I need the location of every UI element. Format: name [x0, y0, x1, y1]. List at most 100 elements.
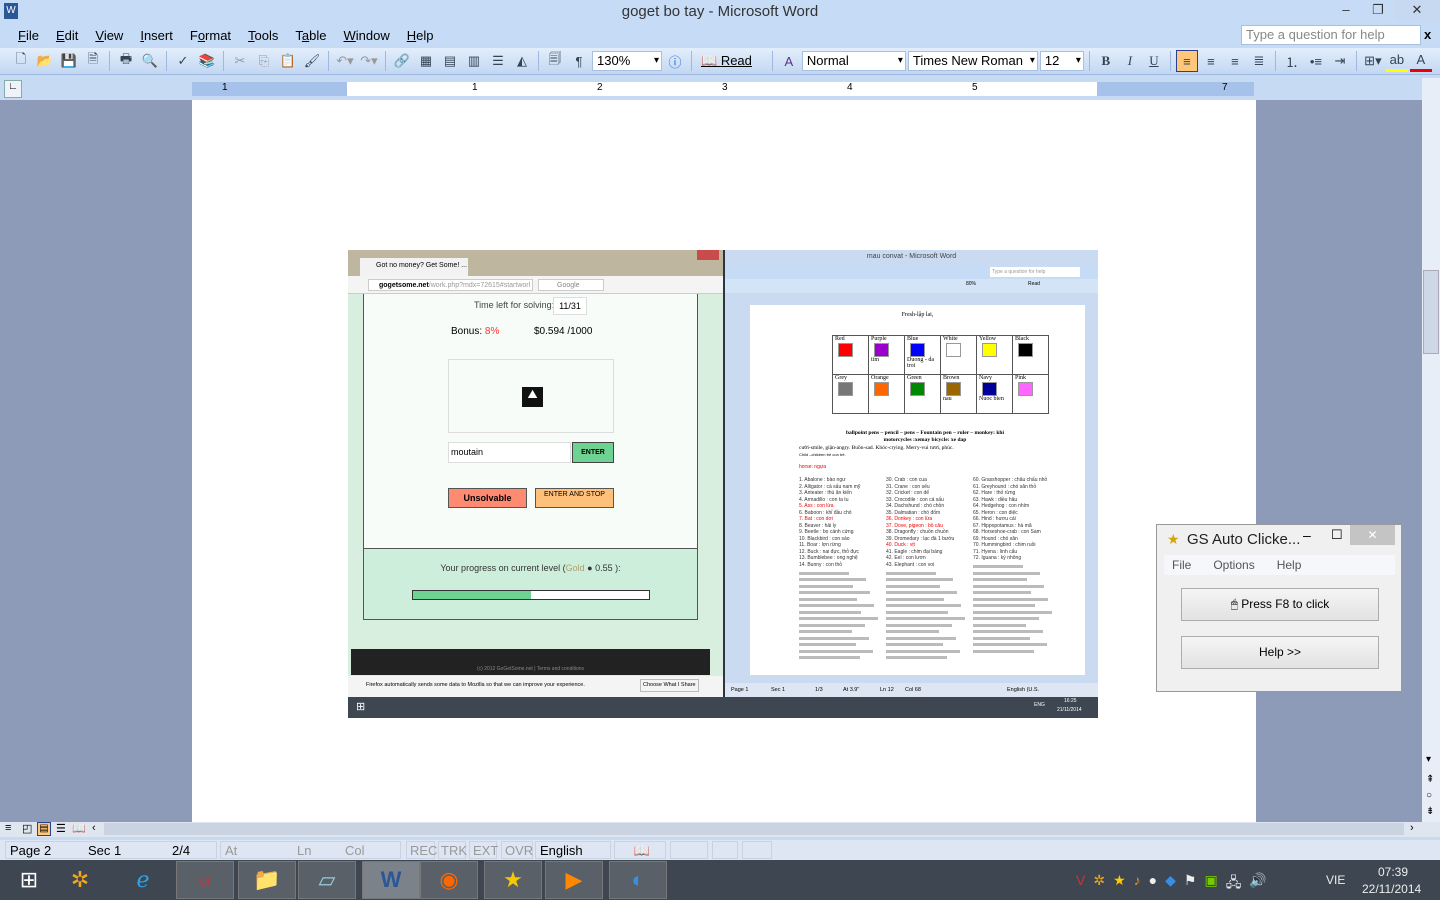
tray-v-icon[interactable]: V [1076, 872, 1085, 896]
captcha-answer-input[interactable]: moutain [448, 442, 571, 463]
spelling-icon[interactable]: ✓ [172, 50, 194, 72]
permission-icon[interactable]: 🗎 [82, 50, 104, 72]
start-icon[interactable]: ⊞ [0, 861, 58, 899]
notepad-icon[interactable]: ▱ [298, 861, 356, 899]
italic-icon[interactable]: I [1119, 50, 1141, 72]
tables-borders-icon[interactable]: ▦ [415, 50, 437, 72]
normal-view-icon[interactable]: ≡ [5, 822, 11, 834]
show-hide-icon[interactable]: ¶ [568, 50, 590, 72]
status-language[interactable]: English (U.S. [535, 841, 611, 875]
menu-item[interactable]: Insert [140, 28, 173, 43]
paste-icon[interactable]: 📋 [277, 50, 299, 72]
print-icon[interactable]: 🖶 [115, 50, 137, 72]
read-button[interactable]: 📖 Read [697, 53, 756, 69]
print-preview-icon[interactable]: 🔍 [139, 50, 161, 72]
star-app-icon[interactable]: ★ [484, 861, 542, 899]
vertical-scrollbar[interactable]: ▾ ⇞ ○ ⇟ [1422, 78, 1440, 822]
menu-item[interactable]: Format [190, 28, 231, 43]
document-map-icon[interactable]: 🗐 [544, 50, 566, 72]
align-right-icon[interactable]: ≡ [1224, 50, 1246, 72]
embedded-screenshot[interactable]: Got no money? Get Some! ... gogetsome.ne… [348, 250, 1098, 718]
font-select[interactable]: Times New Roman [907, 51, 1038, 71]
settings-app-icon[interactable]: ✲ [51, 861, 109, 899]
menu-item[interactable]: Edit [56, 28, 78, 43]
clock-date[interactable]: 22/11/2014 [1362, 882, 1421, 896]
outline-view-icon[interactable]: ☰ [56, 822, 66, 835]
zoom-select[interactable]: 130% [592, 51, 662, 71]
scroll-left-icon[interactable]: ‹ [92, 822, 96, 834]
insert-excel-icon[interactable]: ▥ [463, 50, 485, 72]
gs-menu-item[interactable]: File [1172, 558, 1191, 572]
press-f8-button[interactable]: 🖱 Press F8 to click [1181, 588, 1379, 621]
menu-item[interactable]: View [95, 28, 123, 43]
status-trk[interactable]: TRK [438, 841, 467, 859]
columns-icon[interactable]: ☰ [487, 50, 509, 72]
underline-icon[interactable]: U [1143, 50, 1165, 72]
scroll-right-icon[interactable]: › [1410, 822, 1414, 834]
gs-help-button[interactable]: Help >> [1181, 636, 1379, 669]
internet-explorer-icon[interactable]: ℯ [114, 861, 172, 899]
bold-icon[interactable]: B [1095, 50, 1117, 72]
tray-network-icon[interactable]: 🖧 [1226, 872, 1242, 896]
styles-icon[interactable]: A [778, 50, 800, 72]
tray-panda-icon[interactable]: ● [1149, 872, 1157, 896]
browser-globe-icon[interactable]: ◐ [609, 861, 667, 899]
minimize-button[interactable]: – [1330, 0, 1362, 20]
help-icon[interactable]: ⓘ [664, 50, 686, 72]
tab-selector[interactable]: ∟ [4, 80, 22, 98]
save-icon[interactable]: 💾 [58, 50, 80, 72]
align-left-icon[interactable]: ≡ [1175, 50, 1198, 72]
gs-maximize-button[interactable]: ☐ [1331, 527, 1343, 543]
format-painter-icon[interactable]: 🖌 [301, 50, 323, 72]
highlight-icon[interactable]: ab [1385, 50, 1408, 72]
borders-icon[interactable]: ⊞▾ [1362, 50, 1384, 72]
next-page-icon[interactable]: ⇟ [1426, 806, 1434, 817]
menu-item[interactable]: Help [407, 28, 434, 43]
style-select[interactable]: Normal [801, 51, 906, 71]
choose-what-i-share-button[interactable]: Choose What I Share [640, 679, 699, 692]
input-language[interactable]: VIE [1326, 873, 1345, 887]
spelling-status-icon[interactable]: 📖 [614, 841, 666, 859]
drawing-icon[interactable]: ◭ [511, 50, 533, 72]
unsolvable-button[interactable]: Unsolvable [448, 488, 527, 508]
menu-item[interactable]: Table [295, 28, 326, 43]
gs-menu-item[interactable]: Options [1213, 558, 1254, 572]
status-ovr[interactable]: OVR [501, 841, 533, 859]
select-browse-object-icon[interactable]: ○ [1426, 790, 1432, 801]
media-player-icon[interactable]: ▶ [545, 861, 603, 899]
reading-layout-icon[interactable]: 📖 [72, 822, 86, 835]
open-folder-icon[interactable]: 📂 [34, 50, 56, 72]
tray-star-icon[interactable]: ★ [1113, 872, 1126, 896]
bullets-icon[interactable]: •≡ [1305, 50, 1327, 72]
menu-item[interactable]: Tools [248, 28, 278, 43]
indent-icon[interactable]: ⇥ [1329, 50, 1351, 72]
previous-page-icon[interactable]: ⇞ [1426, 774, 1434, 785]
tray-music-icon[interactable]: ♪ [1134, 872, 1141, 896]
word-icon[interactable]: W [362, 861, 420, 899]
research-icon[interactable]: 📚 [196, 50, 218, 72]
insert-table-icon[interactable]: ▤ [439, 50, 461, 72]
justify-icon[interactable]: ≣ [1248, 50, 1270, 72]
enter-and-stop-button[interactable]: ENTER AND STOP [535, 488, 614, 508]
undo-icon[interactable]: ↶▾ [334, 50, 356, 72]
copy-icon[interactable]: ⎘ [253, 50, 275, 72]
new-document-icon[interactable]: 🗋 [10, 50, 32, 72]
gs-close-button[interactable]: ✕ [1350, 525, 1395, 545]
close-button[interactable]: ✕ [1394, 0, 1440, 20]
web-layout-icon[interactable]: ◰ [22, 822, 32, 835]
ruler-band[interactable]: 1 1 2 3 4 5 7 [192, 82, 1254, 96]
scroll-down-icon[interactable]: ▾ [1426, 754, 1431, 765]
numbering-icon[interactable]: ⒈ [1281, 50, 1303, 72]
search-box[interactable]: Google [538, 279, 604, 291]
word-app-icon[interactable]: W [4, 3, 18, 19]
file-explorer-icon[interactable]: 📁 [238, 861, 296, 899]
hyperlink-icon[interactable]: 🔗 [391, 50, 413, 72]
cut-icon[interactable]: ✂ [229, 50, 251, 72]
tray-volume-icon[interactable]: 🔊 [1249, 872, 1266, 896]
restore-button[interactable]: ❐ [1362, 0, 1394, 20]
tray-malwarebytes-icon[interactable]: ◆ [1165, 872, 1176, 896]
browser-tab[interactable]: Got no money? Get Some! ... [360, 258, 468, 276]
redo-icon[interactable]: ↷▾ [358, 50, 380, 72]
gs-menu-item[interactable]: Help [1277, 558, 1302, 572]
menu-item[interactable]: File [18, 28, 39, 43]
